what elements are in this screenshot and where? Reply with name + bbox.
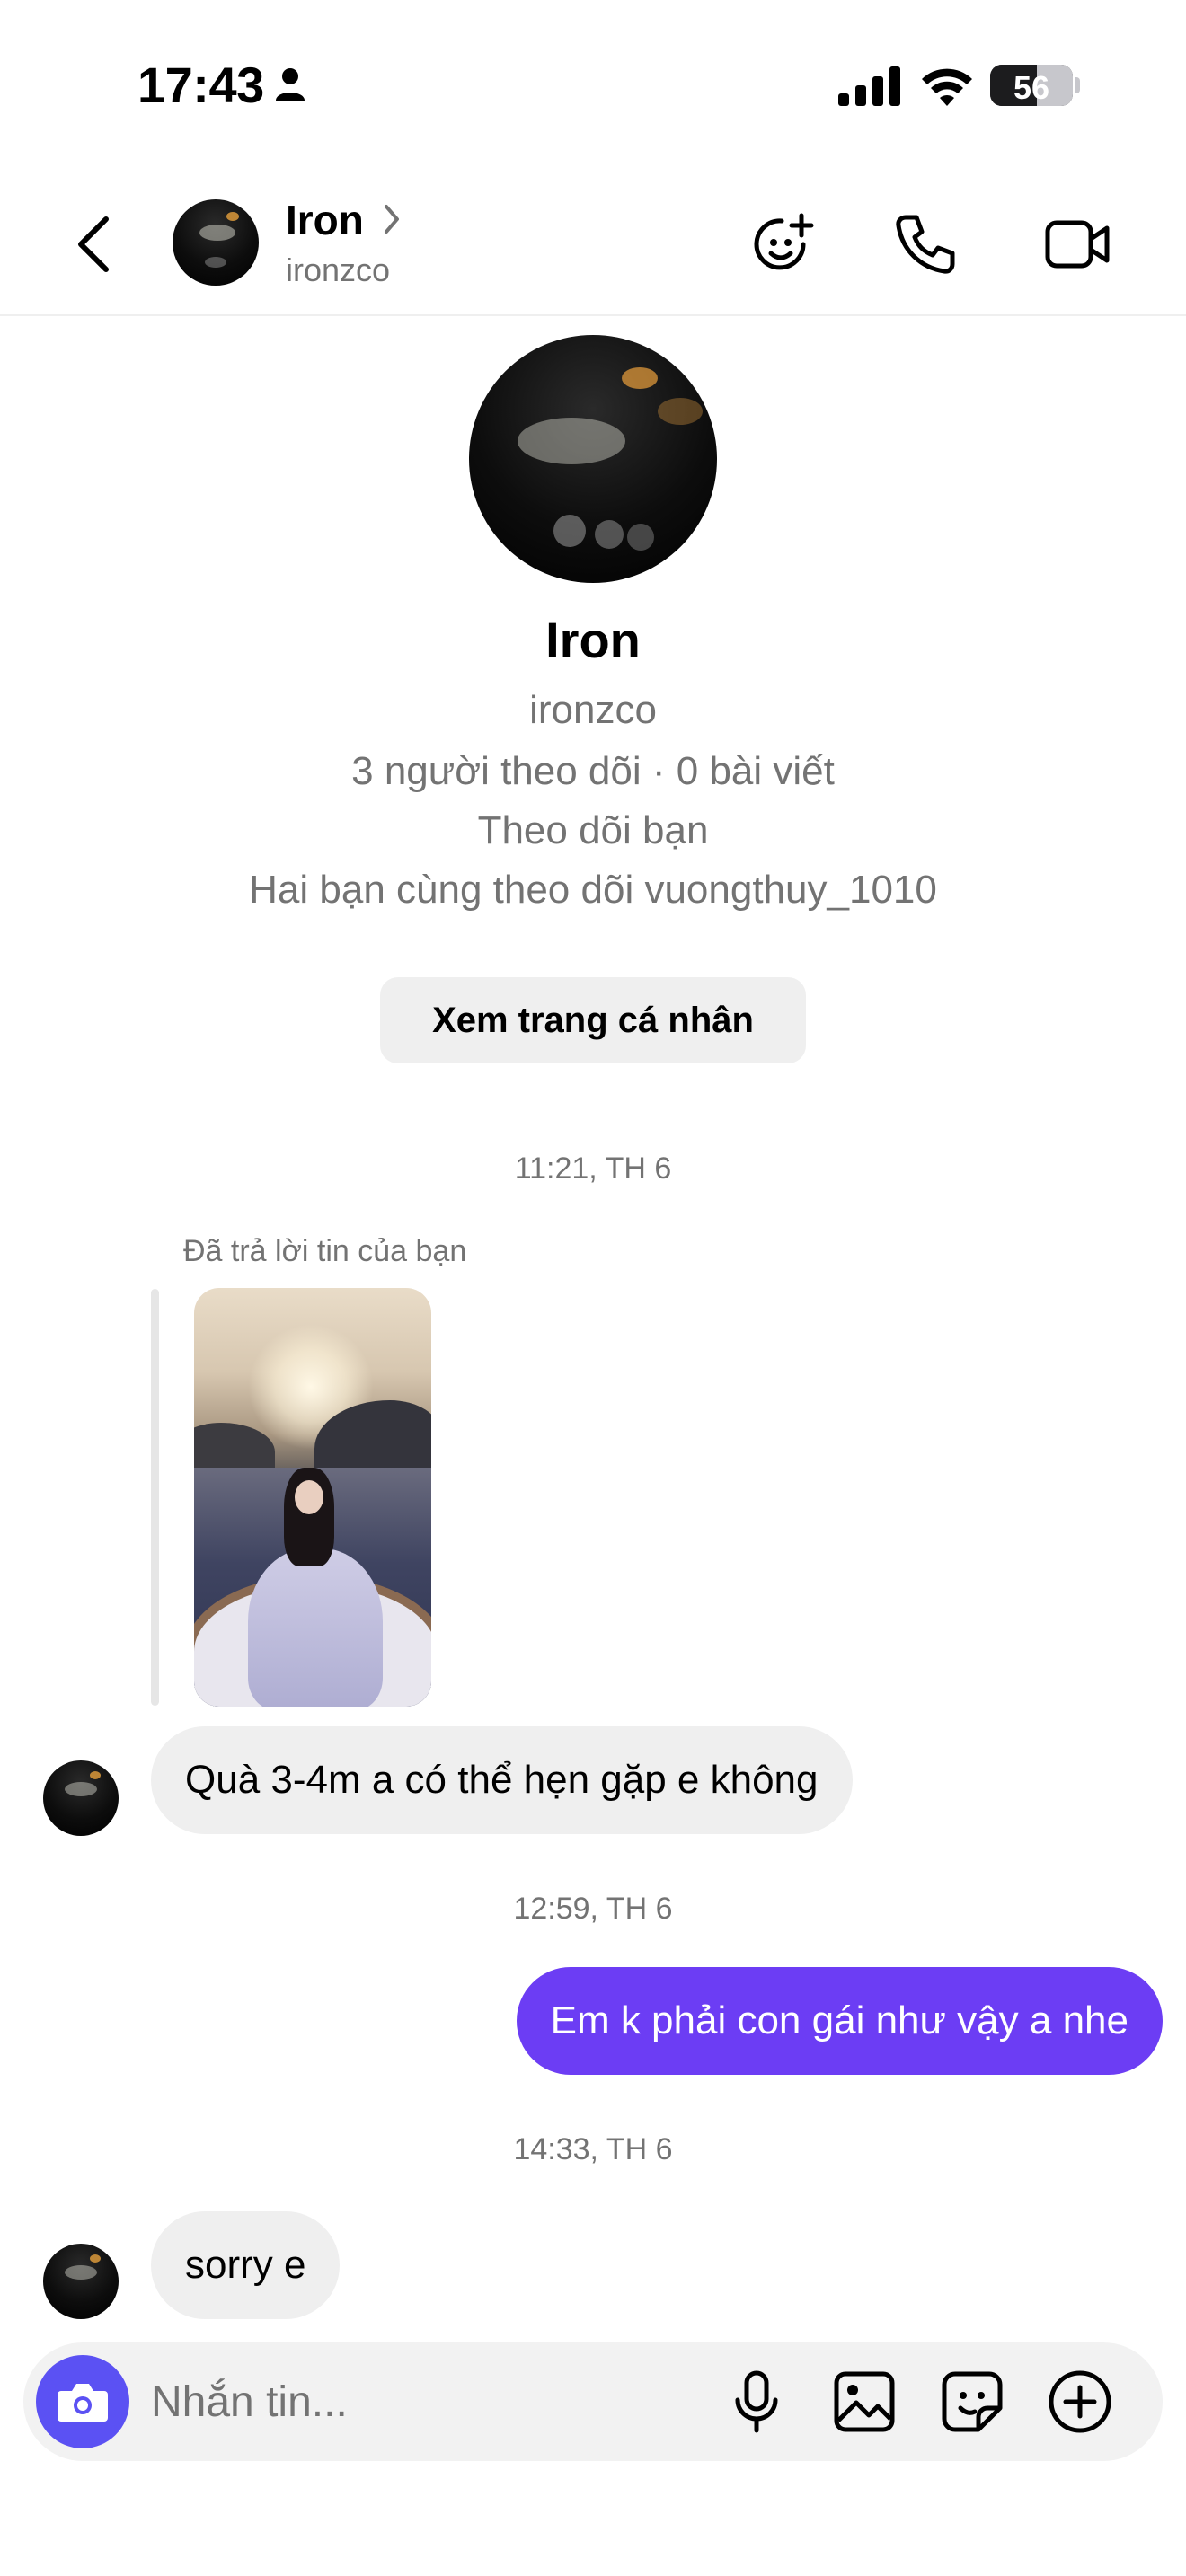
add-emoji-icon [754, 213, 814, 270]
chevron-right-icon[interactable] [383, 203, 403, 240]
camera-button[interactable] [36, 2355, 129, 2448]
chat-header: Iron ironzco [0, 171, 1186, 316]
follows-you-label: Theo dõi bạn [477, 808, 709, 852]
message-timestamp: 12:59, TH 6 [513, 1892, 673, 1926]
plus-icon [1049, 2370, 1111, 2433]
header-username[interactable]: ironzco [286, 251, 390, 289]
profile-stats: 3 người theo dõi · 0 bài viết [351, 749, 835, 793]
outgoing-message[interactable]: Em k phải con gái như vậy a nhe [516, 1967, 1163, 2075]
phone-icon [896, 215, 955, 274]
profile-username: ironzco [529, 688, 657, 732]
video-icon [1045, 220, 1110, 269]
status-bar: 17:43 56 [0, 0, 1186, 171]
sender-avatar[interactable] [43, 2244, 119, 2319]
message-timestamp: 11:21, TH 6 [514, 1151, 672, 1186]
profile-name: Iron [545, 612, 641, 668]
battery-tip [1075, 77, 1080, 93]
profile-avatar[interactable] [469, 335, 717, 583]
header-avatar[interactable] [173, 199, 259, 286]
header-name[interactable]: Iron [286, 196, 364, 244]
battery-icon: 56 [990, 65, 1073, 106]
cellular-signal-icon [838, 66, 901, 110]
gallery-button[interactable] [828, 2366, 900, 2438]
more-options-button[interactable] [1044, 2366, 1116, 2438]
view-profile-button[interactable]: Xem trang cá nhân [380, 977, 806, 1063]
story-reply-label: Đã trả lời tin của bạn [183, 1234, 467, 1268]
message-composer [23, 2342, 1163, 2461]
battery-level: 56 [1013, 69, 1050, 106]
reply-indicator-bar [151, 1289, 159, 1706]
microphone-icon [735, 2370, 778, 2433]
back-button[interactable] [70, 208, 124, 280]
voice-message-button[interactable] [721, 2366, 792, 2438]
image-icon [834, 2371, 895, 2432]
sticker-button[interactable] [936, 2366, 1008, 2438]
wifi-icon [918, 63, 976, 112]
incoming-message[interactable]: sorry e [151, 2211, 341, 2319]
mutual-follow-label: Hai bạn cùng theo dõi vuongthuy_1010 [249, 868, 937, 912]
status-time: 17:43 [137, 57, 264, 113]
back-icon [78, 216, 109, 272]
incoming-message[interactable]: Quà 3-4m a có thể hẹn gặp e không [151, 1726, 853, 1834]
person-icon [274, 66, 306, 107]
video-call-button[interactable] [1042, 208, 1114, 280]
sender-avatar[interactable] [43, 1760, 119, 1836]
call-button[interactable] [890, 208, 961, 280]
camera-icon [58, 2384, 108, 2422]
story-thumbnail[interactable] [194, 1288, 431, 1707]
message-timestamp: 14:33, TH 6 [513, 2132, 673, 2166]
message-input[interactable] [151, 2369, 708, 2434]
sticker-icon [942, 2371, 1003, 2432]
add-emoji-button[interactable] [746, 208, 818, 280]
